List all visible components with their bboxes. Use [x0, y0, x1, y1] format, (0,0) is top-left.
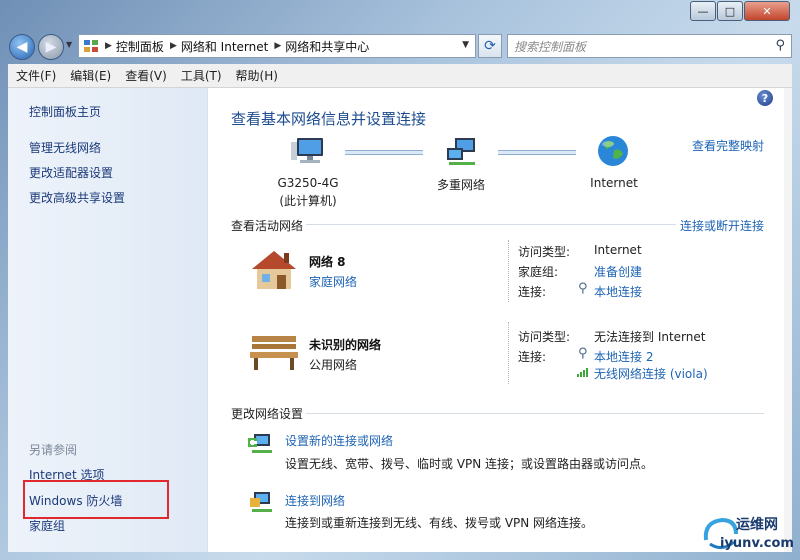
breadcrumb-separator-icon[interactable]: ▶	[105, 41, 112, 51]
divider	[508, 240, 509, 302]
address-bar[interactable]: ▶ 控制面板 ▶ 网络和 Internet ▶ 网络和共享中心 ▼	[78, 34, 476, 58]
change-settings-heading: 更改网络设置	[231, 407, 304, 421]
breadcrumb-network-sharing-center[interactable]: 网络和共享中心	[285, 38, 369, 55]
sidebar-item-control-panel-home[interactable]: 控制面板主页	[29, 103, 101, 120]
search-input[interactable]: 搜索控制面板 ⚲	[507, 34, 792, 58]
recent-pages-dropdown[interactable]: ▼	[66, 40, 72, 49]
connection-line	[345, 150, 423, 155]
scrollbar[interactable]	[784, 88, 792, 552]
breadcrumb-control-panel[interactable]: 控制面板	[116, 38, 164, 55]
multiple-networks-icon	[447, 138, 475, 165]
highlight-annotation-box	[23, 480, 169, 519]
computer-icon	[291, 138, 323, 163]
search-placeholder: 搜索控制面板	[514, 40, 587, 54]
menu-view[interactable]: 查看(V)	[125, 67, 167, 84]
control-panel-icon	[84, 40, 98, 52]
access-type-value: Internet	[594, 243, 642, 257]
menu-tools[interactable]: 工具(T)	[181, 67, 222, 84]
computer-subtitle: (此计算机)	[279, 194, 337, 208]
menu-help[interactable]: 帮助(H)	[236, 67, 278, 84]
help-icon[interactable]: ?	[757, 90, 773, 106]
sidebar-item-adapter-settings[interactable]: 更改适配器设置	[29, 164, 113, 181]
divider	[508, 322, 509, 384]
watermark-domain: iyunv.com	[720, 536, 794, 551]
network-2-type: 公用网络	[309, 358, 358, 372]
internet-label: Internet	[590, 176, 638, 190]
search-icon[interactable]: ⚲	[775, 38, 785, 53]
connect-to-network-icon	[250, 492, 272, 512]
multi-network-label: 多重网络	[436, 178, 485, 192]
page-title: 查看基本网络信息并设置连接	[231, 110, 427, 128]
access-type-label: 访问类型:	[518, 330, 571, 344]
breadcrumb-network-internet[interactable]: 网络和 Internet	[181, 38, 268, 55]
menu-edit[interactable]: 编辑(E)	[70, 67, 111, 84]
breadcrumb-separator-icon[interactable]: ▶	[274, 41, 281, 51]
setup-new-connection-desc: 设置无线、宽带、拨号、临时或 VPN 连接；或设置路由器或访问点。	[285, 457, 654, 471]
connections-label: 连接:	[518, 350, 547, 364]
view-full-map-link[interactable]: 查看完整映射	[692, 137, 764, 154]
breadcrumb-separator-icon[interactable]: ▶	[170, 41, 177, 51]
sidebar-item-homegroup[interactable]: 家庭组	[29, 517, 65, 534]
forward-button[interactable]: ▶	[38, 34, 64, 60]
watermark-title: 运维网	[736, 517, 778, 533]
connections-label: 连接:	[518, 285, 547, 299]
minimize-button[interactable]: —	[690, 1, 716, 21]
access-type-label: 访问类型:	[518, 245, 571, 259]
see-also-heading: 另请参阅	[29, 443, 78, 457]
ethernet-icon: ⚲	[578, 281, 588, 296]
home-network-icon	[252, 251, 296, 289]
close-button[interactable]: ✕	[744, 1, 790, 21]
network-1-type-link[interactable]: 家庭网络	[309, 273, 357, 290]
public-network-bench-icon	[250, 336, 298, 370]
computer-name: G3250-4G	[277, 176, 339, 190]
homegroup-ready-link[interactable]: 准备创建	[594, 263, 642, 280]
sidebar-item-advanced-sharing[interactable]: 更改高级共享设置	[29, 189, 125, 206]
connect-to-network-desc: 连接到或重新连接到无线、有线、拨号或 VPN 网络连接。	[285, 516, 594, 530]
ethernet-icon: ⚲	[578, 346, 588, 361]
access-type-value: 无法连接到 Internet	[594, 330, 706, 344]
globe-icon	[598, 136, 628, 166]
network-2-name: 未识别的网络	[309, 338, 382, 352]
local-connection-link[interactable]: 本地连接	[594, 283, 642, 300]
homegroup-label: 家庭组:	[518, 265, 559, 279]
new-connection-icon	[248, 434, 272, 453]
section-divider	[306, 224, 676, 225]
wireless-signal-icon	[577, 368, 588, 377]
setup-new-connection-link[interactable]: 设置新的连接或网络	[285, 432, 393, 449]
sidebar-item-manage-wireless[interactable]: 管理无线网络	[29, 139, 101, 156]
refresh-button[interactable]: ⟳	[478, 34, 502, 58]
maximize-button[interactable]: □	[717, 1, 743, 21]
back-arrow-icon: ◀	[16, 39, 28, 55]
active-networks-heading: 查看活动网络	[231, 219, 304, 233]
menu-bar: 文件(F) 编辑(E) 查看(V) 工具(T) 帮助(H)	[8, 64, 792, 88]
local-connection-2-link[interactable]: 本地连接 2	[594, 348, 653, 365]
menu-file[interactable]: 文件(F)	[16, 67, 56, 84]
connect-disconnect-link[interactable]: 连接或断开连接	[680, 217, 764, 234]
forward-arrow-icon: ▶	[45, 39, 57, 55]
network-1-name: 网络 8	[309, 255, 346, 269]
refresh-icon: ⟳	[484, 38, 496, 54]
connection-line	[498, 150, 576, 155]
control-panel-window: — □ ✕ ◀ ▶ ▼ ▶ 控制面板 ▶ 网络和 Internet ▶ 网络和共…	[0, 0, 800, 560]
section-divider	[306, 413, 764, 414]
wireless-connection-link[interactable]: 无线网络连接 (viola)	[594, 365, 708, 382]
site-watermark-logo: 运维网 iyunv.com	[700, 512, 796, 556]
connect-to-network-link[interactable]: 连接到网络	[285, 492, 345, 509]
address-history-dropdown-icon[interactable]: ▼	[462, 40, 469, 50]
back-button[interactable]: ◀	[9, 34, 35, 60]
